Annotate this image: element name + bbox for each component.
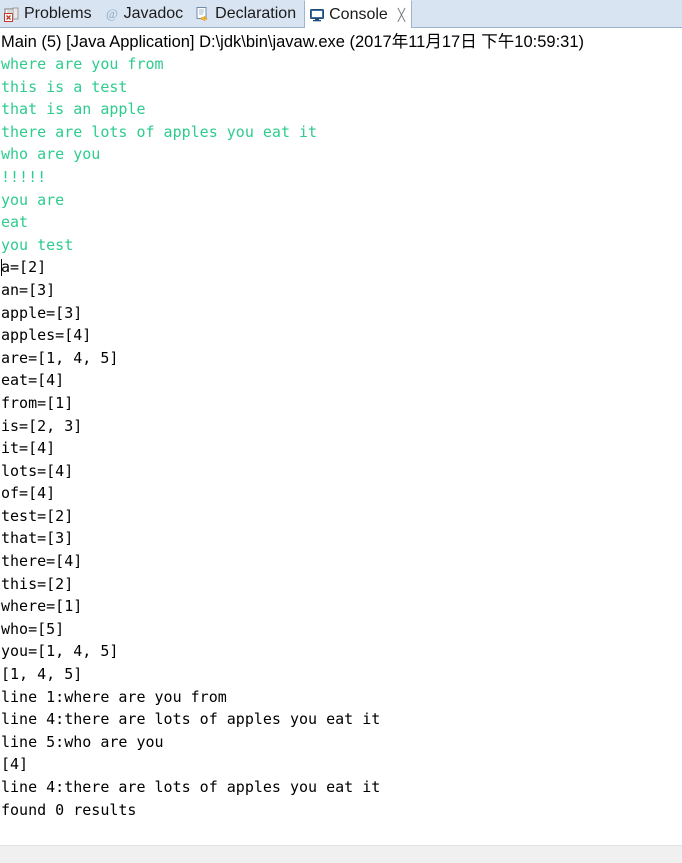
console-line: who are you (1, 145, 101, 164)
console-line: where=[1] (1, 597, 83, 616)
console-monitor-icon (309, 7, 325, 23)
console-line: !!!!! (1, 167, 47, 186)
tab-console-label: Console (329, 5, 388, 23)
console-line: apples=[4] (1, 326, 92, 345)
console-output-area[interactable]: where are you from this is a test that is … (0, 53, 682, 840)
tab-declaration-label: Declaration (215, 4, 297, 22)
tab-declaration[interactable]: Declaration (191, 0, 304, 27)
console-line: line 4:there are lots of apples you eat … (1, 778, 381, 796)
close-icon[interactable]: ╳ (398, 9, 405, 21)
console-line-list: where are you from this is a test that is … (1, 53, 682, 821)
svg-text:@: @ (106, 6, 118, 21)
console-line: line 5:who are you (1, 732, 164, 751)
console-line: who=[5] (1, 619, 65, 638)
console-line: it=[4] (1, 439, 56, 458)
tab-problems[interactable]: Problems (0, 0, 100, 27)
view-tab-bar: Problems @ Javadoc Declaration Console ╳ (0, 0, 682, 28)
console-line: you=[1, 4, 5] (1, 642, 119, 661)
console-line: you test (1, 235, 74, 254)
console-line: from=[1] (1, 393, 74, 412)
console-line: eat=[4] (1, 371, 65, 390)
console-line: test=[2] (1, 506, 74, 525)
window-bottom-strip (0, 845, 682, 863)
tab-console[interactable]: Console ╳ (304, 0, 413, 28)
console-line: [4] (1, 755, 29, 774)
console-line: is=[2, 3] (1, 416, 83, 435)
javadoc-at-icon: @ (104, 6, 120, 22)
console-line: this is a test (1, 77, 128, 96)
console-line: are=[1, 4, 5] (1, 348, 119, 367)
console-line: of=[4] (1, 484, 56, 503)
console-line: there are lots of apples you eat it (1, 122, 318, 141)
console-line: line 4:there are lots of apples you eat … (1, 710, 381, 729)
tab-javadoc[interactable]: @ Javadoc (100, 0, 192, 27)
console-line: eat (1, 213, 29, 232)
console-line: line 1:where are you from (1, 687, 227, 706)
declaration-icon (195, 6, 211, 22)
text-cursor-caret (1, 259, 2, 277)
tab-problems-label: Problems (24, 4, 92, 22)
console-line: a=[2] (1, 258, 47, 277)
console-line: that=[3] (1, 529, 74, 548)
console-line: this=[2] (1, 574, 74, 593)
console-line: found 0 results (1, 800, 137, 819)
console-line: there=[4] (1, 552, 83, 571)
problems-icon (4, 6, 20, 22)
console-process-title: Main (5) [Java Application] D:\jdk\bin\j… (0, 28, 682, 53)
console-line: that is an apple (1, 100, 146, 119)
console-line: [1, 4, 5] (1, 665, 83, 684)
console-line: where are you from (1, 55, 164, 73)
console-line: apple=[3] (1, 303, 83, 322)
tab-javadoc-label: Javadoc (123, 4, 184, 22)
console-line: you are (1, 190, 65, 209)
console-line: an=[3] (1, 280, 56, 299)
console-line: lots=[4] (1, 461, 74, 480)
